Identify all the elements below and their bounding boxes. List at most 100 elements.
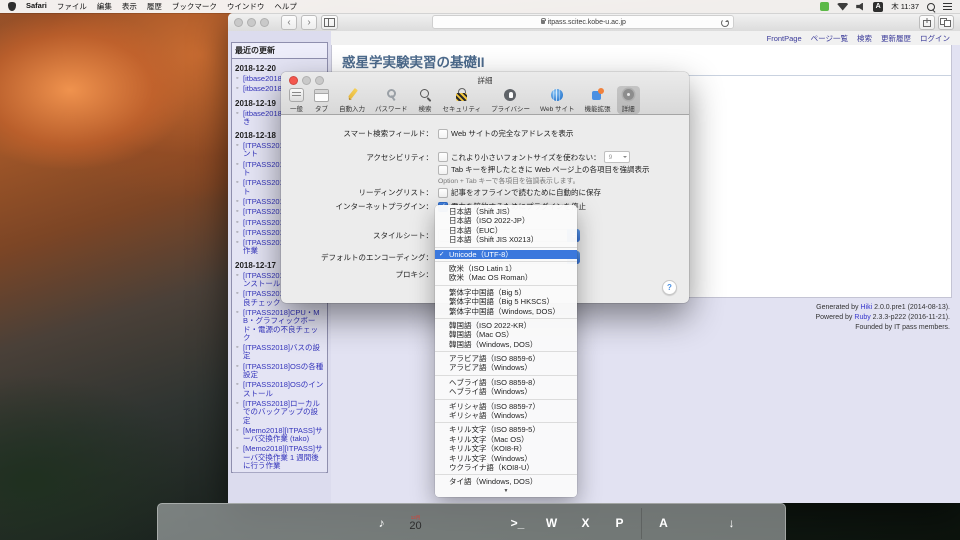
sidebar-link[interactable]: [ITPASS2018]CPU・MB・グラフィックボード・電源の不良チェック — [243, 309, 325, 342]
sidebar-link[interactable]: [ITPASS2018]バスの設定 — [243, 344, 325, 361]
notification-center-icon[interactable] — [943, 3, 952, 10]
menu-bar-item[interactable]: 履歴 — [147, 1, 162, 12]
trash-icon[interactable] — [751, 508, 780, 537]
page-nav-link[interactable]: 検索 — [857, 33, 872, 44]
reading-list-checkbox[interactable] — [438, 188, 448, 198]
launchpad-icon[interactable] — [197, 508, 226, 537]
menu-bar-item[interactable]: ヘルプ — [274, 1, 297, 12]
preferences-tab[interactable]: Web サイト — [536, 86, 579, 114]
sidebar-link[interactable]: [ITPASS2018]ローカルでのバックアップの設定 — [243, 400, 325, 425]
sidebar-link[interactable]: [ITPASS2018]OSのインストール — [243, 381, 325, 398]
preferences-tab[interactable]: パスワード — [371, 86, 412, 114]
sidebar-link[interactable]: [ITPASS2018]OSの各種設定 — [243, 363, 325, 380]
page-nav-link[interactable]: FrontPage — [767, 34, 802, 43]
wifi-icon[interactable] — [837, 3, 848, 11]
encoding-menu-item[interactable]: 日本語（ISO 2022-JP） — [435, 216, 577, 225]
encoding-menu-item[interactable]: 日本語（Shift JIS） — [435, 207, 577, 216]
font-size-select[interactable]: 9 — [604, 151, 630, 163]
encoding-menu-item[interactable]: キリル文字（ISO 8859-5） — [435, 425, 577, 434]
volume-icon[interactable] — [856, 3, 865, 11]
mission-control-icon[interactable] — [231, 508, 260, 537]
folder-applications-icon[interactable]: A — [649, 508, 678, 537]
back-button[interactable]: ‹ — [281, 15, 297, 30]
preferences-tab[interactable]: タブ — [310, 86, 333, 114]
close-button[interactable] — [234, 18, 243, 27]
forward-button[interactable]: › — [301, 15, 317, 30]
zoom-button[interactable] — [260, 18, 269, 27]
app-status-icon[interactable] — [820, 2, 829, 11]
calendar-icon[interactable]: 12月 20 — [401, 508, 430, 537]
preferences-tab[interactable]: 機能拡張 — [581, 86, 615, 114]
folder-documents-icon[interactable] — [683, 508, 712, 537]
encoding-menu-item[interactable]: 欧米（Mac OS Roman） — [435, 273, 577, 282]
accessibility-tab-checkbox[interactable] — [438, 165, 448, 175]
footer-link[interactable]: Hiki — [861, 304, 873, 311]
encoding-menu-item[interactable]: 繁体字中国語（Big 5） — [435, 288, 577, 297]
footer-link[interactable]: Ruby — [854, 314, 870, 321]
encoding-menu-item[interactable]: アラビア語（Windows） — [435, 363, 577, 372]
sidebar-link[interactable]: [Memo2018][ITPASS]サーバ交換作業 1 週間後に行う作業 — [243, 445, 325, 470]
encoding-menu-item[interactable]: ヘブライ語（ISO 8859-8） — [435, 378, 577, 387]
safari-icon[interactable] — [333, 508, 362, 537]
encoding-menu-item[interactable]: タイ語（Windows, DOS） — [435, 477, 577, 486]
menu-bar-item[interactable]: ウインドウ — [227, 1, 265, 12]
page-nav-link[interactable]: ページ一覧 — [811, 33, 848, 44]
encoding-menu-item[interactable]: ギリシャ語（Windows） — [435, 411, 577, 420]
smart-search-checkbox[interactable] — [438, 129, 448, 139]
terminal-icon[interactable]: >_ — [503, 508, 532, 537]
encoding-menu-item[interactable]: 韓国語（Mac OS） — [435, 330, 577, 339]
preferences-tab[interactable]: セキュリティ — [439, 86, 486, 114]
menu-bar-item[interactable]: 表示 — [122, 1, 137, 12]
word-icon[interactable]: W — [537, 508, 566, 537]
encoding-menu-item[interactable]: ヘブライ語（Windows） — [435, 387, 577, 396]
sidebar-toggle-button[interactable] — [321, 15, 338, 30]
encoding-menu-item[interactable]: 日本語（Shift JIS X0213） — [435, 235, 577, 244]
preferences-tab[interactable]: プライバシー — [487, 86, 534, 114]
thunderbird-icon[interactable] — [299, 508, 328, 537]
encoding-menu-item[interactable]: 繁体字中国語（Big 5 HKSCS） — [435, 297, 577, 306]
help-button[interactable]: ? — [662, 280, 677, 295]
preferences-tab[interactable]: 詳細 — [617, 86, 640, 114]
excel-icon[interactable]: X — [571, 508, 600, 537]
accessibility-font-checkbox[interactable] — [438, 152, 448, 162]
reload-icon[interactable] — [721, 19, 729, 27]
preview-icon[interactable] — [435, 508, 464, 537]
address-bar[interactable]: itpass.scitec.kobe-u.ac.jp — [432, 15, 734, 29]
menu-bar-item[interactable]: ファイル — [57, 1, 87, 12]
page-nav-link[interactable]: ログイン — [920, 33, 950, 44]
encoding-menu-item[interactable]: 韓国語（ISO 2022-KR） — [435, 321, 577, 330]
encoding-menu-item[interactable]: 繁体字中国語（Windows, DOS） — [435, 307, 577, 316]
spotlight-icon[interactable] — [927, 3, 935, 11]
sidebar-link[interactable]: [Memo2018][ITPASS]サーバ交換作業 (tako) — [243, 427, 325, 444]
menu-bar-item[interactable]: Safari — [26, 1, 47, 12]
encoding-menu-item[interactable]: Unicode（UTF-8） — [435, 250, 577, 259]
preferences-tab[interactable]: 一般 — [285, 86, 308, 114]
preferences-titlebar[interactable]: 詳細 一般 タブ 自動入力 — [281, 72, 689, 115]
menu-scroll-down-icon[interactable]: ▼ — [435, 487, 577, 495]
encoding-menu-item[interactable]: 日本語（EUC） — [435, 226, 577, 235]
itunes-icon[interactable]: ♪ — [367, 508, 396, 537]
input-source-icon[interactable]: A — [873, 2, 883, 12]
encoding-menu-item[interactable]: 韓国語（Windows, DOS） — [435, 340, 577, 349]
finder-icon[interactable] — [163, 508, 192, 537]
preferences-tab[interactable]: 自動入力 — [335, 86, 369, 114]
share-button[interactable] — [919, 15, 935, 30]
apple-icon[interactable] — [8, 2, 16, 11]
menu-bar-clock[interactable]: 木 11:37 — [891, 1, 919, 12]
system-preferences-icon[interactable] — [265, 508, 294, 537]
encoding-menu-item[interactable]: キリル文字（KOI8-R） — [435, 444, 577, 453]
tab-overview-button[interactable] — [938, 15, 954, 30]
encoding-menu-item[interactable]: キリル文字（Mac OS） — [435, 435, 577, 444]
preferences-tab[interactable]: 検索 — [414, 86, 437, 114]
textedit-icon[interactable] — [469, 508, 498, 537]
powerpoint-icon[interactable]: P — [605, 508, 634, 537]
folder-downloads-icon[interactable]: ↓ — [717, 508, 746, 537]
page-nav-link[interactable]: 更新履歴 — [881, 33, 911, 44]
menu-bar-item[interactable]: 編集 — [97, 1, 112, 12]
minimize-button[interactable] — [247, 18, 256, 27]
encoding-menu-item[interactable]: ウクライナ語（KOI8-U） — [435, 463, 577, 472]
encoding-menu-item[interactable]: 欧米（ISO Latin 1） — [435, 264, 577, 273]
menu-bar-item[interactable]: ブックマーク — [172, 1, 217, 12]
encoding-menu-item[interactable]: キリル文字（Windows） — [435, 454, 577, 463]
encoding-menu-item[interactable]: ギリシャ語（ISO 8859-7） — [435, 402, 577, 411]
